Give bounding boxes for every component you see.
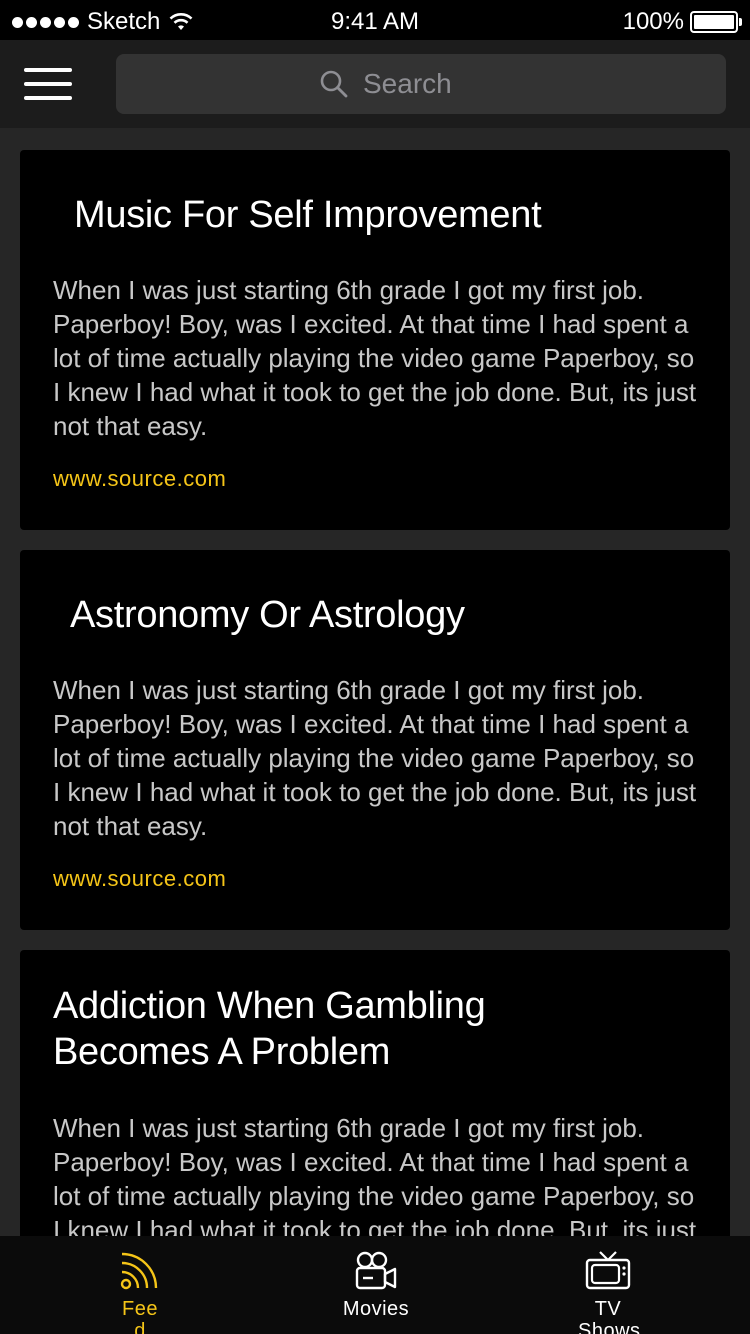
tab-bar: Feed Movies TV Shows	[0, 1236, 750, 1334]
feed-list: Music For Self Improvement When I was ju…	[0, 128, 750, 1236]
card-body: When I was just starting 6th grade I got…	[53, 1113, 697, 1236]
tab-label: TV Shows	[578, 1298, 641, 1334]
card-title: Astronomy Or Astrology	[70, 594, 465, 636]
search-input[interactable]	[363, 68, 523, 100]
status-right: 100%	[622, 8, 742, 36]
feed-card[interactable]: Addiction When Gambling Becomes A Proble…	[20, 950, 730, 1236]
tab-label: Movies	[342, 1298, 410, 1320]
tab-label: Feed	[122, 1298, 158, 1334]
card-source-link[interactable]: www.source.com	[53, 466, 226, 492]
card-body: When I was just starting 6th grade I got…	[53, 675, 697, 841]
battery-icon	[690, 11, 742, 33]
feed-card[interactable]: Music For Self Improvement When I was ju…	[20, 150, 730, 530]
movie-camera-icon	[355, 1251, 397, 1290]
feed-card[interactable]: Astronomy Or Astrology When I was just s…	[20, 550, 730, 930]
tab-movies[interactable]: Movies	[316, 1236, 436, 1334]
battery-percentage: 100%	[622, 8, 684, 35]
navigation-bar	[0, 40, 750, 128]
rss-feed-icon	[120, 1252, 158, 1290]
card-source-link[interactable]: www.source.com	[53, 866, 226, 892]
card-title: Addiction When Gambling Becomes A Proble…	[53, 985, 486, 1073]
tab-feed[interactable]: Feed	[80, 1236, 200, 1334]
tab-tv-shows[interactable]: TV Shows	[548, 1236, 668, 1334]
search-icon	[320, 70, 348, 98]
hamburger-menu-icon[interactable]	[24, 68, 74, 102]
tv-icon	[585, 1251, 631, 1290]
card-title: Music For Self Improvement	[74, 194, 542, 236]
card-body: When I was just starting 6th grade I got…	[53, 275, 697, 441]
search-bar[interactable]	[116, 54, 726, 114]
status-bar: Sketch 9:41 AM 100%	[0, 0, 750, 40]
